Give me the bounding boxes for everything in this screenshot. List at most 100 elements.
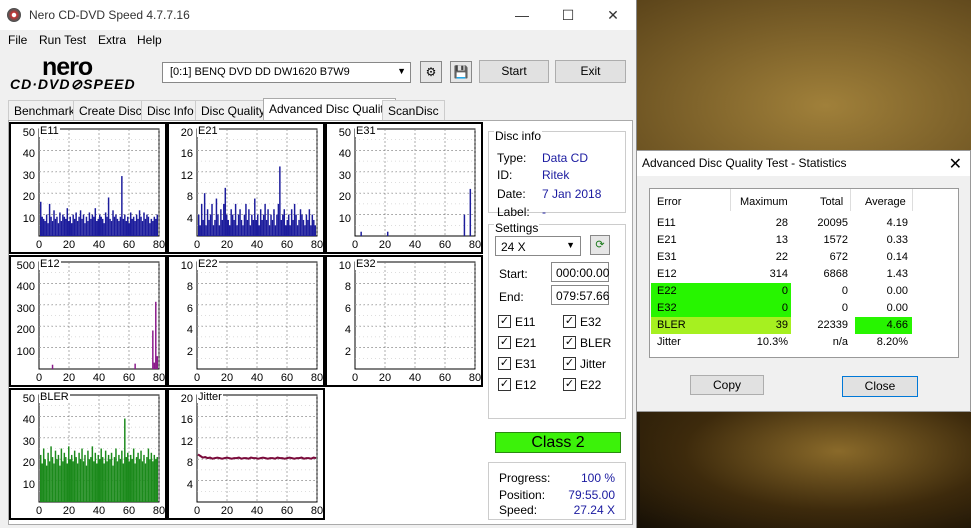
checkbox-e12[interactable]: ✓ — [498, 378, 511, 391]
copy-button[interactable]: Copy — [690, 375, 764, 395]
drive-select[interactable]: [0:1] BENQ DVD DD DW1620 B7W9 ▼ — [162, 62, 411, 83]
bar — [113, 457, 116, 502]
bar — [155, 459, 157, 502]
checkbox-label: E32 — [580, 315, 602, 329]
tab-disc-quality[interactable]: Disc Quality — [195, 100, 272, 121]
x-tick-label: 80 — [310, 505, 324, 517]
bar — [53, 210, 55, 236]
bar — [70, 454, 73, 502]
table-cell: 22339 — [817, 319, 848, 331]
checkbox-e21[interactable]: ✓ — [498, 336, 511, 349]
table-cell: E12 — [657, 268, 677, 280]
bar — [59, 212, 61, 236]
chart-title: E31 — [355, 125, 377, 137]
bar — [246, 219, 249, 236]
bar — [153, 454, 156, 502]
bar — [65, 457, 67, 502]
y-tick-label: 2 — [186, 345, 193, 358]
checkbox-e32[interactable]: ✓ — [563, 315, 576, 328]
maximize-button[interactable]: ☐ — [545, 0, 591, 30]
bar — [56, 459, 58, 502]
bar — [273, 209, 275, 236]
bar — [91, 214, 94, 236]
menu-help[interactable]: Help — [137, 33, 162, 47]
bar — [199, 225, 201, 236]
save-icon[interactable]: 💾 — [450, 61, 472, 83]
bar — [115, 448, 117, 502]
bar — [79, 459, 82, 502]
x-tick-label: 80 — [152, 239, 166, 251]
bar — [132, 448, 135, 502]
bar — [129, 212, 132, 236]
y-tick-label: 10 — [338, 260, 351, 272]
checkbox-bler[interactable]: ✓ — [563, 336, 576, 349]
y-tick-label: 10 — [22, 212, 35, 225]
bar — [147, 216, 150, 236]
menu-extra[interactable]: Extra — [98, 33, 126, 47]
id-value: Ritek — [542, 168, 570, 182]
bar — [138, 459, 141, 502]
bar — [63, 216, 66, 236]
minimize-button[interactable]: — — [499, 0, 545, 30]
end-field[interactable]: 079:57.66 — [551, 285, 609, 305]
bar — [153, 216, 156, 236]
checkbox-jitter[interactable]: ✓ — [563, 357, 576, 370]
speed-select[interactable]: 24 X ▼ — [495, 236, 581, 256]
bar — [76, 221, 79, 236]
bar — [62, 214, 64, 236]
y-tick-label: 10 — [22, 478, 35, 491]
bar — [50, 216, 52, 236]
close-icon[interactable]: ✕ — [949, 154, 962, 174]
y-tick-label: 10 — [180, 260, 193, 272]
bar — [230, 209, 232, 236]
bar — [137, 452, 139, 502]
bar — [141, 221, 144, 236]
close-button[interactable]: ✕ — [590, 0, 636, 30]
column-header: Maximum — [740, 196, 788, 208]
x-tick-label: 0 — [351, 239, 359, 251]
settings-title: Settings — [494, 221, 540, 235]
bar — [56, 216, 58, 236]
y-tick-label: 30 — [22, 435, 35, 448]
tab-create-disc[interactable]: Create Disc — [73, 100, 148, 121]
disc-info-group: Disc info Type: Data CD ID: Ritek Date: … — [488, 129, 626, 219]
start-field[interactable]: 000:00.00 — [551, 262, 609, 282]
start-button[interactable]: Start — [479, 60, 549, 83]
bar — [131, 218, 133, 236]
exit-button[interactable]: Exit — [555, 60, 626, 83]
checkbox-e22[interactable]: ✓ — [563, 378, 576, 391]
tab-benchmark[interactable]: Benchmark — [8, 100, 81, 121]
bar — [214, 219, 216, 236]
menu-run-test[interactable]: Run Test — [39, 33, 86, 47]
menu-file[interactable]: File — [8, 33, 27, 47]
table-cell: 672 — [829, 251, 848, 263]
bar — [215, 198, 218, 236]
eject-icon[interactable]: ⚙ — [420, 61, 442, 83]
chart-plot-jitter — [196, 394, 318, 503]
bar — [100, 216, 102, 236]
bar — [140, 216, 142, 236]
bar — [116, 218, 119, 236]
table-cell: 0.14 — [886, 251, 908, 263]
checkbox-e31[interactable]: ✓ — [498, 357, 511, 370]
tab-disc-info[interactable]: Disc Info — [141, 100, 200, 121]
x-tick-label: 0 — [35, 372, 43, 384]
bar — [73, 450, 76, 502]
header-divider — [730, 189, 731, 211]
tab-advanced-disc-quality[interactable]: Advanced Disc Quality — [263, 98, 396, 121]
bar — [249, 225, 252, 236]
tab-scandisc[interactable]: ScanDisc — [382, 100, 445, 121]
y-tick-label: 6 — [344, 302, 351, 315]
close-dialog-button[interactable]: Close — [842, 376, 918, 397]
refresh-icon[interactable]: ⟳ — [590, 235, 610, 255]
bar — [221, 219, 224, 236]
bar — [119, 216, 122, 236]
chart-plot-e32 — [354, 261, 476, 370]
bar — [109, 218, 111, 236]
bar — [134, 221, 136, 236]
position-label: Position: — [499, 488, 546, 502]
bar — [66, 463, 69, 502]
chart-title: E22 — [197, 258, 219, 270]
checkbox-e11[interactable]: ✓ — [498, 315, 511, 328]
chart-e32: 10 8 6 4 2 0 20 40 60 80 E32 — [325, 255, 483, 387]
